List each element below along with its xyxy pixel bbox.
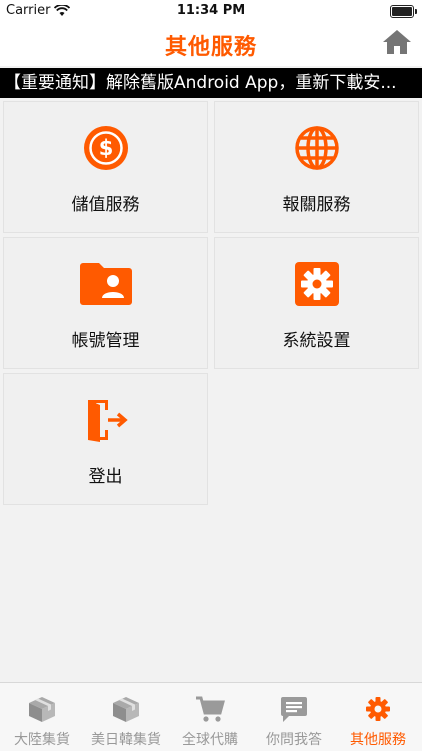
logout-door-icon xyxy=(87,400,128,442)
tab-label: 你問我答 xyxy=(266,732,322,748)
gear-icon xyxy=(294,262,339,306)
status-bar: Carrier 11:34 PM xyxy=(0,0,422,22)
tile-logout[interactable]: 登出 xyxy=(3,373,208,505)
tile-label: 報關服務 xyxy=(282,195,351,215)
tab-faq[interactable]: 你問我答 xyxy=(252,683,336,751)
globe-icon xyxy=(294,126,339,170)
gear-icon xyxy=(366,697,390,721)
home-button[interactable] xyxy=(380,25,414,59)
tab-label: 其他服務 xyxy=(350,732,406,748)
account-folder-icon xyxy=(79,263,132,305)
shopping-cart-icon xyxy=(196,696,225,722)
tab-us-jp-kr-consolidation[interactable]: 美日韓集貨 xyxy=(84,683,168,751)
tile-label: 帳號管理 xyxy=(71,331,140,351)
tile-system-settings[interactable]: 系統設置 xyxy=(214,237,419,369)
nav-bar: 其他服務 xyxy=(0,22,422,66)
tab-global-purchasing[interactable]: 全球代購 xyxy=(168,683,252,751)
tile-customs-service[interactable]: 報關服務 xyxy=(214,101,419,233)
tile-topup-service[interactable]: $ 儲值服務 xyxy=(3,101,208,233)
tab-label: 美日韓集貨 xyxy=(91,732,161,748)
clock: 11:34 PM xyxy=(176,3,246,18)
package-icon xyxy=(29,697,55,722)
battery-icon xyxy=(390,5,417,18)
tile-label: 儲值服務 xyxy=(71,195,140,215)
home-icon xyxy=(383,30,411,54)
notice-banner[interactable]: 【重要通知】解除舊版Android App，重新下載安... xyxy=(0,68,422,98)
tab-other-services[interactable]: 其他服務 xyxy=(336,683,420,751)
tile-label: 登出 xyxy=(88,467,123,487)
package-icon xyxy=(113,697,139,722)
svg-text:$: $ xyxy=(98,136,113,160)
tab-label: 全球代購 xyxy=(182,732,238,748)
dollar-circle-icon: $ xyxy=(83,126,128,170)
page-title: 其他服務 xyxy=(164,35,257,60)
tab-label: 大陸集貨 xyxy=(14,732,70,748)
bottom-tab-bar: 大陸集貨 美日韓集貨 全球代購 你問我答 其他服務 xyxy=(0,682,422,751)
tile-label: 系統設置 xyxy=(282,331,351,351)
tile-account-management[interactable]: 帳號管理 xyxy=(3,237,208,369)
tab-china-consolidation[interactable]: 大陸集貨 xyxy=(0,683,84,751)
chat-icon xyxy=(281,697,307,722)
